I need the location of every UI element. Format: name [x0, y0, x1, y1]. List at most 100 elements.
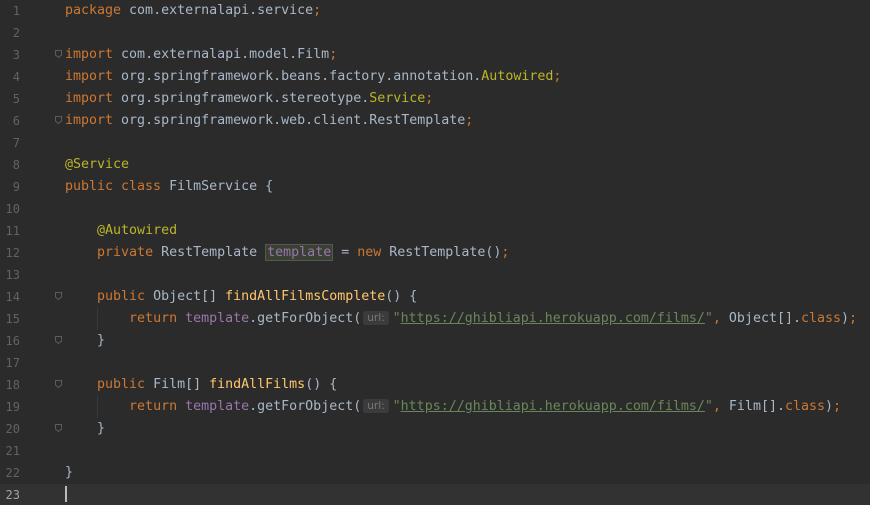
- code-line[interactable]: 6 import org.springframework.web.client.R…: [0, 110, 870, 132]
- code-token: ": [392, 311, 401, 326]
- line-number: 20: [5, 422, 20, 436]
- fold-marker-icon[interactable]: [55, 380, 62, 388]
- line-number: 13: [5, 268, 20, 282]
- url-link[interactable]: https://ghibliapi.herokuapp.com/films/: [401, 399, 705, 414]
- code-line[interactable]: 5 import org.springframework.stereotype.S…: [0, 88, 870, 110]
- code-token: ": [704, 311, 713, 326]
- code-line[interactable]: 12 private RestTemplate template = new R…: [0, 242, 870, 264]
- line-number: 5: [12, 92, 20, 106]
- code-token: ;: [425, 91, 434, 106]
- code-token: }: [65, 465, 74, 480]
- code-token: import: [65, 91, 122, 106]
- code-token: com.externalapi.service: [129, 3, 314, 18]
- line-number: 10: [5, 202, 20, 216]
- line-number: 3: [12, 48, 20, 62]
- code-line[interactable]: 9 public class FilmService {: [0, 176, 870, 198]
- code-token: ;: [553, 69, 562, 84]
- code-token: template: [265, 244, 334, 261]
- code-text: }: [65, 330, 105, 352]
- code-token: Service: [369, 91, 426, 106]
- code-text: package com.externalapi.service;: [65, 0, 321, 22]
- parameter-hint: url:: [363, 399, 389, 413]
- code-token: }: [65, 333, 106, 348]
- code-token: }: [65, 421, 106, 436]
- line-number: 9: [12, 180, 20, 194]
- code-line[interactable]: 11 @Autowired: [0, 220, 870, 242]
- line-number: 16: [5, 334, 20, 348]
- indent-guide: [97, 396, 98, 418]
- code-text: public Object[] findAllFilmsComplete() {: [65, 286, 417, 308]
- line-number: 6: [12, 114, 20, 128]
- code-token: class: [800, 311, 842, 326]
- line-number: 7: [12, 136, 20, 150]
- code-line[interactable]: 23: [0, 484, 870, 505]
- code-text: return template.getForObject(url: "https:…: [65, 308, 857, 330]
- fold-marker-icon[interactable]: [55, 50, 62, 58]
- code-line[interactable]: 21: [0, 440, 870, 462]
- code-token: Object[].: [728, 311, 801, 326]
- code-token: ): [841, 311, 850, 326]
- code-line[interactable]: 14 public Object[] findAllFilmsComplete(…: [0, 286, 870, 308]
- code-token: ;: [833, 399, 842, 414]
- url-link[interactable]: https://ghibliapi.herokuapp.com/films/: [401, 311, 705, 326]
- code-token: new: [357, 245, 390, 260]
- line-number: 12: [5, 246, 20, 260]
- code-line[interactable]: 7: [0, 132, 870, 154]
- code-editor[interactable]: 1 package com.externalapi.service; 2 3 impor…: [0, 0, 870, 505]
- code-token: private: [97, 245, 162, 260]
- code-line[interactable]: 19 return template.getForObject(url: "htt…: [0, 396, 870, 418]
- code-token: ;: [465, 113, 474, 128]
- code-token: com.externalapi.model.Film: [121, 47, 330, 62]
- code-line[interactable]: 16 }: [0, 330, 870, 352]
- code-line[interactable]: 3 import com.externalapi.model.Film;: [0, 44, 870, 66]
- fold-marker-icon[interactable]: [55, 116, 62, 124]
- code-token: return: [129, 399, 186, 414]
- code-text: @Service: [65, 154, 129, 176]
- code-line[interactable]: 13: [0, 264, 870, 286]
- code-token: RestTemplate: [161, 245, 266, 260]
- code-line[interactable]: 15 return template.getForObject(url: "htt…: [0, 308, 870, 330]
- code-token: ,: [712, 311, 729, 326]
- code-line[interactable]: 4 import org.springframework.beans.factor…: [0, 66, 870, 88]
- code-token: Autowired: [481, 69, 554, 84]
- line-number: 11: [5, 224, 20, 238]
- code-token: import: [65, 113, 122, 128]
- fold-marker-icon[interactable]: [55, 336, 62, 344]
- code-token: ": [704, 399, 713, 414]
- line-number: 22: [5, 466, 20, 480]
- code-line[interactable]: 2: [0, 22, 870, 44]
- code-line[interactable]: 10: [0, 198, 870, 220]
- code-line[interactable]: 18 public Film[] findAllFilms() {: [0, 374, 870, 396]
- line-number: 1: [12, 4, 20, 18]
- code-text: public class FilmService {: [65, 176, 273, 198]
- code-token: @Autowired: [97, 223, 178, 238]
- code-text: }: [65, 462, 73, 484]
- code-text: public Film[] findAllFilms() {: [65, 374, 337, 396]
- fold-marker-icon[interactable]: [55, 292, 62, 300]
- code-line[interactable]: 22}: [0, 462, 870, 484]
- code-token: ;: [501, 245, 510, 260]
- code-line[interactable]: 20 }: [0, 418, 870, 440]
- code-token: template: [185, 311, 250, 326]
- code-text: import org.springframework.stereotype.Se…: [65, 88, 433, 110]
- indent-guide: [97, 308, 98, 330]
- code-token: .getForObject(: [249, 311, 362, 326]
- code-token: findAllFilmsComplete: [225, 289, 386, 304]
- code-token: public class: [65, 179, 170, 194]
- code-token: import: [65, 47, 122, 62]
- line-number: 4: [12, 70, 20, 84]
- code-line[interactable]: 8 @Service: [0, 154, 870, 176]
- code-token: ,: [712, 399, 729, 414]
- code-token: @Service: [65, 157, 130, 172]
- code-token: public: [97, 377, 154, 392]
- code-line[interactable]: 17: [0, 352, 870, 374]
- code-token: =: [333, 245, 358, 260]
- line-number: 14: [5, 290, 20, 304]
- code-line[interactable]: 1 package com.externalapi.service;: [0, 0, 870, 22]
- fold-marker-icon[interactable]: [55, 424, 62, 432]
- code-token: () {: [305, 377, 338, 392]
